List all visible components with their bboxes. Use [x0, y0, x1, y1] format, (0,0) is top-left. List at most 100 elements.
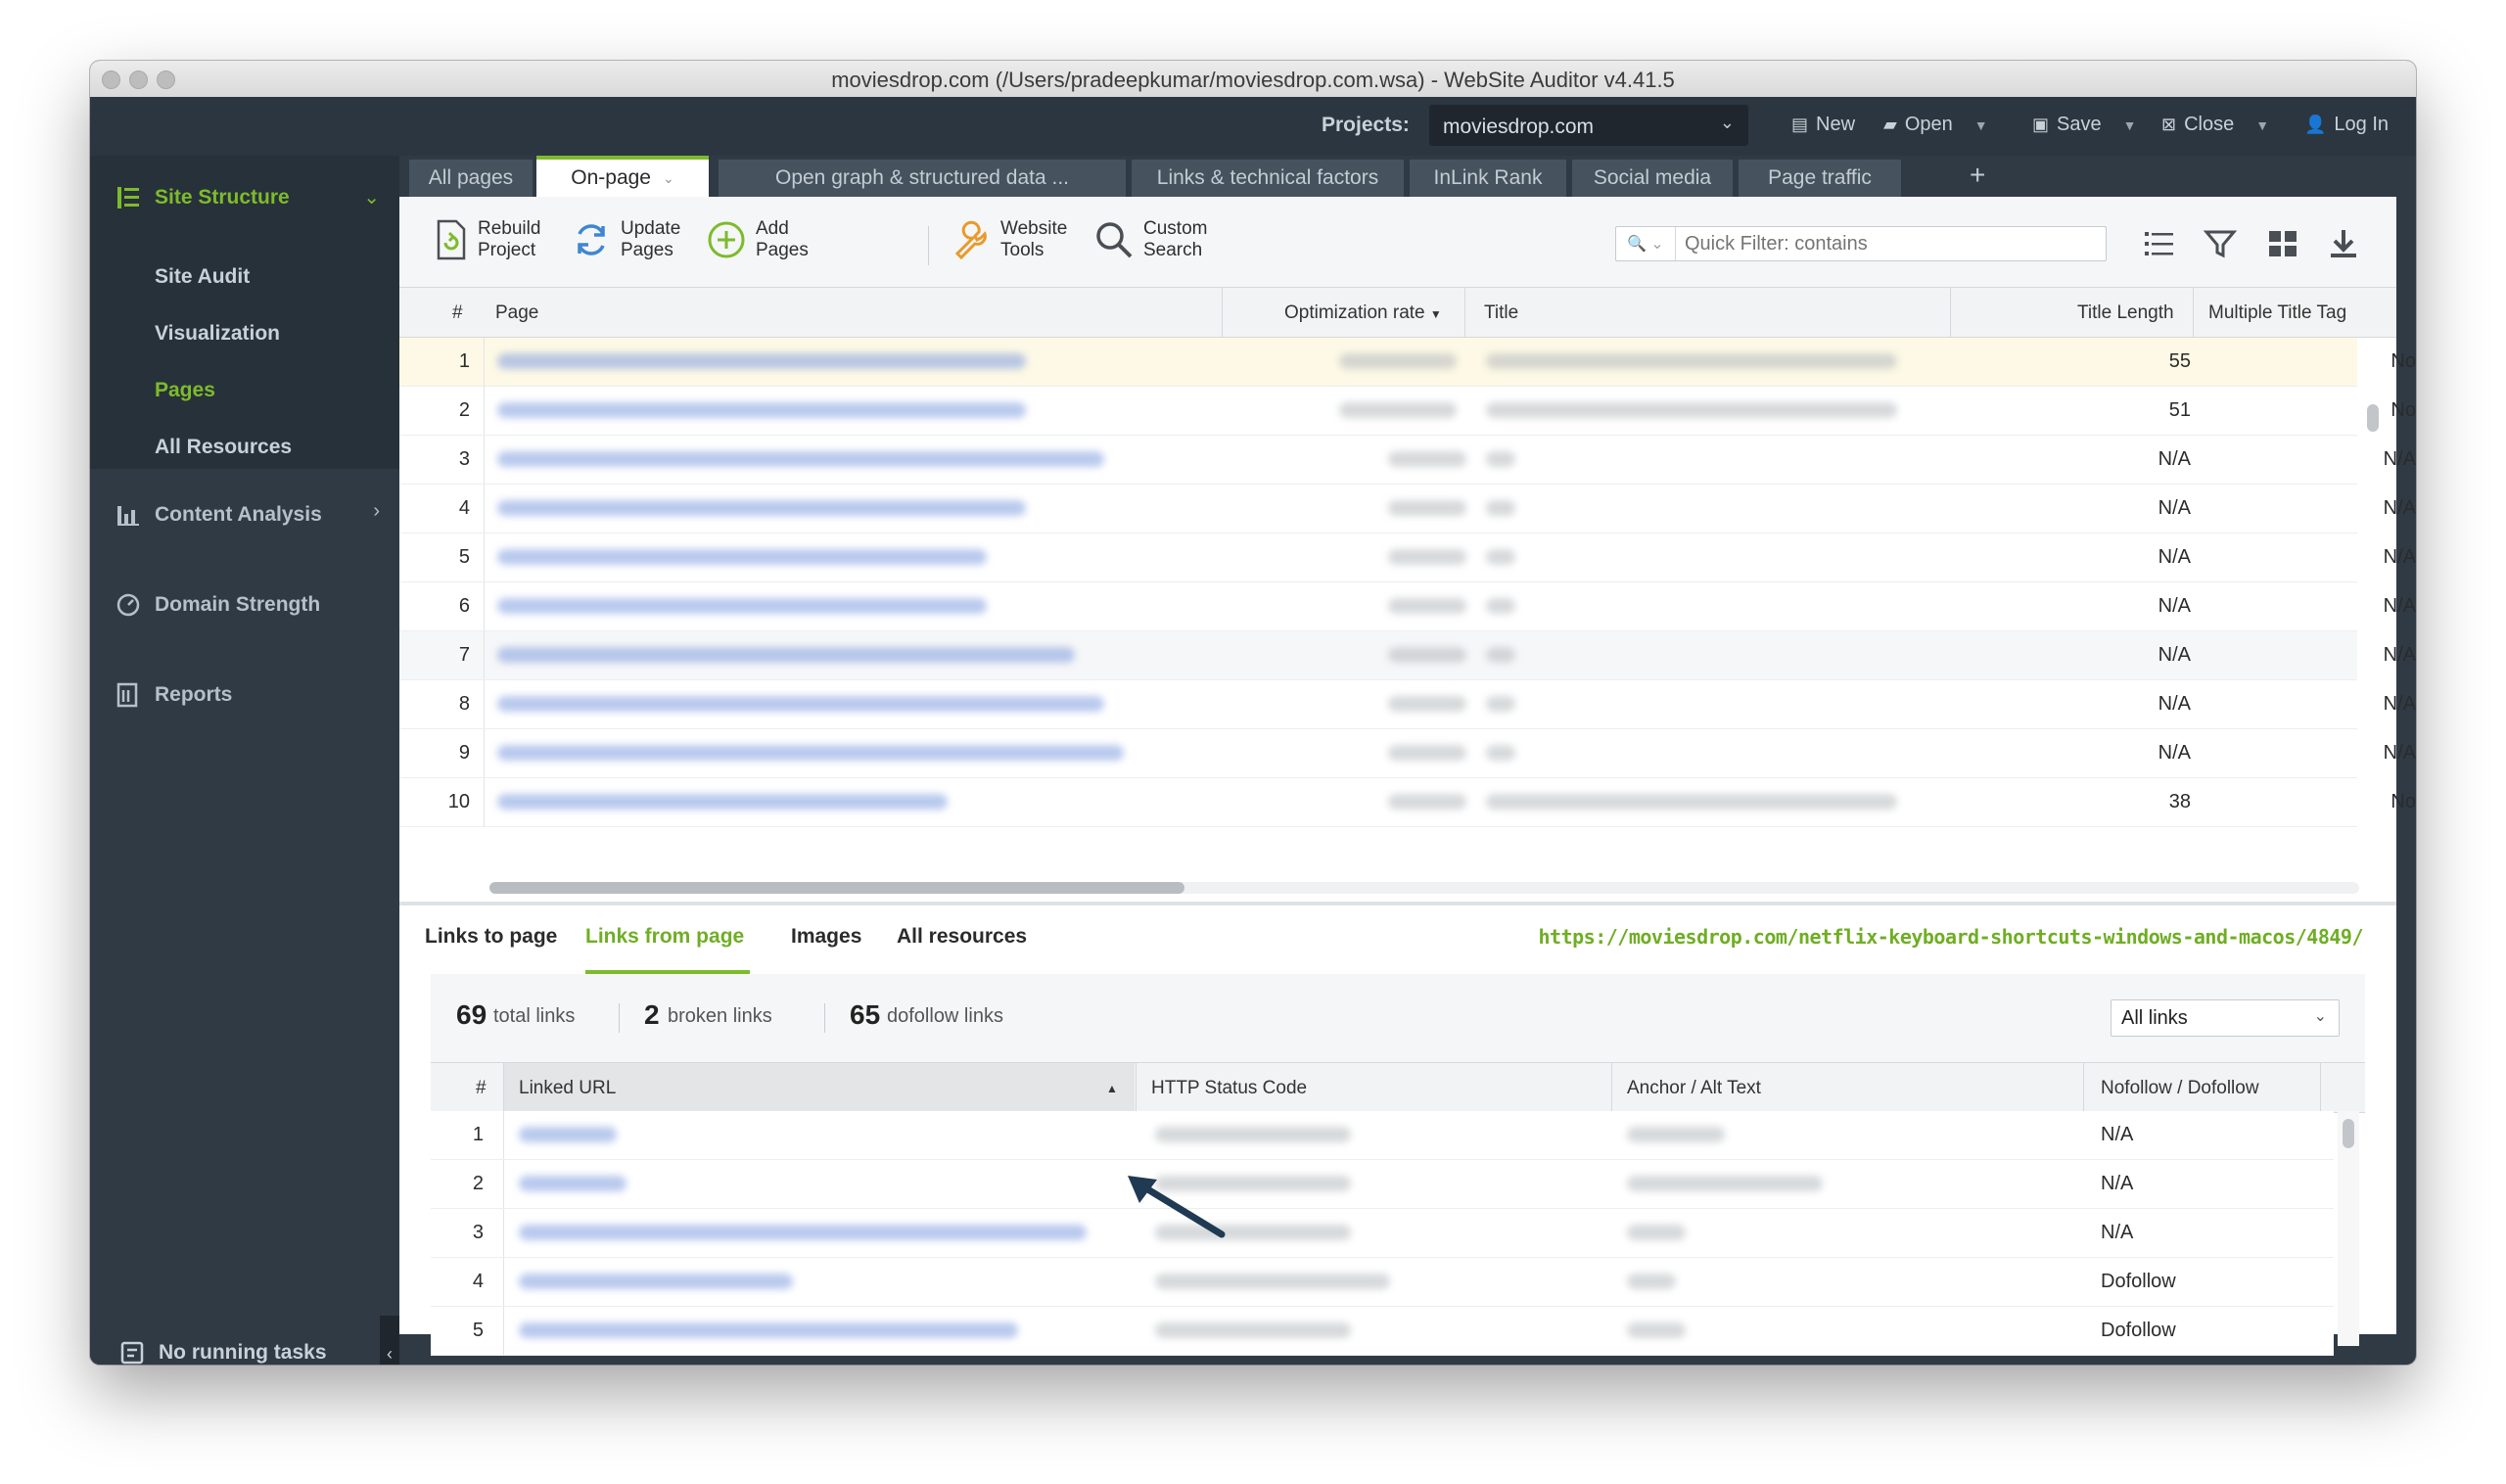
col-separator: [1222, 288, 1223, 337]
page-url-blurred[interactable]: [497, 500, 1026, 516]
table-row[interactable]: 4 N/A N/A: [399, 485, 2416, 533]
page-url-blurred[interactable]: [497, 353, 1026, 369]
col-number[interactable]: #: [452, 302, 463, 324]
chevron-down-icon: ⌄: [1650, 236, 1664, 253]
col-nofollow-dofollow[interactable]: Nofollow / Dofollow: [2101, 1078, 2259, 1099]
open-button[interactable]: ▰ Open ▼: [1883, 114, 1988, 136]
title-blurred: [1486, 745, 1515, 761]
row-number: 3: [458, 448, 470, 470]
quick-filter-input[interactable]: [1683, 231, 2098, 256]
tab-social-media[interactable]: Social media: [1572, 160, 1733, 197]
col-page[interactable]: Page: [495, 302, 538, 324]
close-button[interactable]: ⊠ Close ▼: [2161, 114, 2269, 136]
table-row[interactable]: 5 Dofollow: [431, 1307, 2334, 1356]
caret-down-icon[interactable]: ▼: [2123, 117, 2137, 133]
scroll-thumb[interactable]: [489, 882, 1184, 894]
website-tools-button[interactable]: Website Tools: [951, 218, 1067, 261]
tab-links-technical[interactable]: Links & technical factors: [1132, 160, 1404, 197]
subtab-images[interactable]: Images: [791, 925, 861, 949]
table-row[interactable]: 9 N/A N/A: [399, 729, 2416, 778]
page-url-blurred[interactable]: [497, 745, 1124, 761]
page-url-blurred[interactable]: [497, 696, 1104, 712]
table-row[interactable]: 5 N/A N/A: [399, 533, 2416, 582]
sidebar-content-analysis[interactable]: Content Analysis ›: [90, 469, 399, 557]
table-row[interactable]: 3 N/A: [431, 1209, 2334, 1258]
table-row[interactable]: 2 N/A: [431, 1160, 2334, 1209]
caret-down-icon[interactable]: ▼: [2255, 117, 2269, 133]
table-row[interactable]: 10 38 No: [399, 778, 2416, 827]
links-filter-select[interactable]: All links ⌄: [2111, 999, 2340, 1037]
page-url-blurred[interactable]: [497, 794, 948, 810]
title-blurred: [1486, 647, 1515, 663]
add-pages-button[interactable]: Add Pages: [707, 218, 809, 261]
new-button[interactable]: ▤ New: [1791, 114, 1855, 136]
col-optimization-rate[interactable]: Optimization rate ▼: [1284, 302, 1442, 324]
linked-url-blurred[interactable]: [519, 1176, 626, 1191]
page-url-blurred[interactable]: [497, 598, 987, 614]
sidebar-item-pages[interactable]: Pages: [155, 379, 215, 402]
collapse-sidebar-button[interactable]: ‹: [380, 1316, 399, 1365]
selected-page-url[interactable]: https://moviesdrop.com/netflix-keyboard-…: [1539, 925, 2364, 949]
subtab-links-to-page[interactable]: Links to page: [425, 925, 557, 949]
tab-all-pages[interactable]: All pages: [409, 160, 533, 197]
login-button[interactable]: 👤 Log In: [2304, 114, 2389, 136]
subtab-links-from-page[interactable]: Links from page: [585, 925, 744, 949]
page-url-blurred[interactable]: [497, 451, 1104, 467]
linked-url-blurred[interactable]: [519, 1225, 1087, 1240]
list-view-icon[interactable]: [2142, 226, 2177, 261]
col-title-length[interactable]: Title Length: [2077, 302, 2174, 324]
linked-url-blurred[interactable]: [519, 1274, 793, 1289]
table-row[interactable]: 7 N/A N/A: [399, 631, 2416, 680]
search-options-dropdown[interactable]: 🔍 ⌄: [1616, 227, 1676, 260]
pages-horizontal-scrollbar[interactable]: [489, 882, 2359, 894]
col-http-status[interactable]: HTTP Status Code: [1151, 1078, 1307, 1099]
col-number[interactable]: #: [476, 1078, 487, 1099]
table-row[interactable]: 1 55 No: [399, 338, 2416, 387]
table-row[interactable]: 4 Dofollow: [431, 1258, 2334, 1307]
sidebar-item-visualization[interactable]: Visualization: [155, 322, 280, 346]
sidebar-reports[interactable]: Reports: [90, 647, 399, 735]
linked-url-blurred[interactable]: [519, 1322, 1018, 1338]
filter-icon[interactable]: [2203, 226, 2238, 261]
chevron-down-icon[interactable]: ⌄: [363, 185, 380, 209]
page-url-blurred[interactable]: [497, 647, 1075, 663]
sidebar-domain-strength[interactable]: Domain Strength: [90, 557, 399, 645]
subtab-all-resources[interactable]: All resources: [897, 925, 1027, 949]
table-row[interactable]: 1 N/A: [431, 1111, 2334, 1160]
page-url-blurred[interactable]: [497, 549, 987, 565]
project-select[interactable]: moviesdrop.com ⌄: [1429, 105, 1748, 146]
add-tab-icon[interactable]: +: [1970, 160, 1985, 191]
grid-view-icon[interactable]: [2265, 226, 2300, 261]
download-icon[interactable]: [2326, 226, 2361, 261]
save-button[interactable]: ▣ Save ▼: [2032, 114, 2136, 136]
sidebar-site-structure[interactable]: Site Structure ⌄: [90, 156, 399, 244]
sidebar-item-all-resources[interactable]: All Resources: [155, 436, 292, 459]
page-url-blurred[interactable]: [497, 402, 1026, 418]
anchor-text-blurred: [1627, 1176, 1823, 1191]
tab-open-graph[interactable]: Open graph & structured data ...: [719, 160, 1126, 197]
website-tools-label: Website Tools: [1000, 218, 1067, 261]
col-anchor-alt[interactable]: Anchor / Alt Text: [1627, 1078, 1761, 1099]
table-row[interactable]: 3 N/A N/A: [399, 436, 2416, 485]
col-linked-url[interactable]: Linked URL: [519, 1078, 616, 1099]
tab-inlink-rank[interactable]: InLink Rank: [1410, 160, 1566, 197]
tab-page-traffic[interactable]: Page traffic: [1739, 160, 1901, 197]
tab-on-page[interactable]: On-page ⌄: [536, 156, 709, 197]
table-row[interactable]: 8 N/A N/A: [399, 680, 2416, 729]
table-row[interactable]: 2 51 No: [399, 387, 2416, 436]
rebuild-project-button[interactable]: Rebuild Project: [435, 218, 540, 261]
http-status-blurred: [1155, 1127, 1351, 1142]
pages-vertical-scrollbar[interactable]: [2367, 404, 2379, 432]
col-multiple-title-tag[interactable]: Multiple Title Tag: [2208, 302, 2346, 324]
bottom-subtabs: Links to page Links from page Images All…: [399, 905, 2396, 975]
caret-down-icon[interactable]: ▼: [1974, 117, 1988, 133]
table-row[interactable]: 6 N/A N/A: [399, 582, 2416, 631]
update-pages-button[interactable]: Update Pages: [572, 218, 680, 261]
custom-search-button[interactable]: Custom Search: [1094, 218, 1207, 261]
running-tasks-status[interactable]: No running tasks: [119, 1340, 327, 1365]
sidebar-item-site-audit[interactable]: Site Audit: [155, 265, 250, 289]
links-vertical-scrollbar[interactable]: [2343, 1119, 2354, 1148]
col-title[interactable]: Title: [1484, 302, 1518, 324]
linked-url-blurred[interactable]: [519, 1127, 617, 1142]
chevron-right-icon[interactable]: ›: [373, 500, 380, 523]
